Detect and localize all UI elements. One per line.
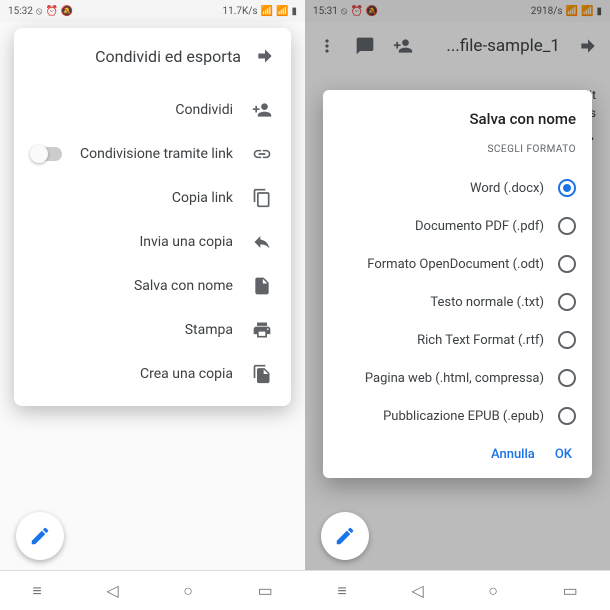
dialog-subtitle: SCEGLI FORMATO	[339, 144, 576, 155]
status-time: 15:32	[8, 6, 33, 17]
menu-label: Condividi	[32, 102, 233, 119]
share-export-sheet: Condividi ed esporta Condividi Condivisio…	[14, 28, 291, 406]
mute-icon: ⦸	[36, 6, 43, 17]
nav-home-icon[interactable]: ○	[488, 581, 498, 601]
sheet-header: Condividi ed esporta	[28, 42, 277, 78]
nav-recent-icon[interactable]: ▭	[563, 581, 578, 600]
reply-icon	[251, 232, 273, 252]
net-speed: 11.7K/s	[223, 6, 258, 17]
menu-item[interactable]: Condividi	[28, 88, 277, 132]
format-option[interactable]: Formato OpenDocument (.odt)	[339, 245, 576, 283]
menu-label: Condivisione tramite link	[80, 146, 233, 163]
edit-fab[interactable]	[321, 512, 369, 560]
screen-left: 15:31 ⦸ ⏰ 🔕 2918/s 📶 📶 ▮ file-sample_1..…	[305, 0, 610, 610]
link-share-toggle[interactable]	[32, 147, 62, 161]
file-icon	[251, 276, 273, 296]
copy-file-icon	[251, 364, 273, 384]
nav-recent-icon[interactable]: ▭	[258, 581, 273, 600]
format-option[interactable]: Word (.docx)	[339, 169, 576, 207]
menu-label: Stampa	[32, 322, 233, 339]
save-as-dialog: Salva con nome SCEGLI FORMATO Word (.doc…	[323, 90, 592, 478]
nav-home-icon[interactable]: ○	[183, 581, 193, 601]
cancel-button[interactable]: Annulla	[491, 447, 535, 462]
radio-icon[interactable]	[558, 407, 576, 425]
battery-icon: ▮	[291, 6, 297, 17]
print-icon	[251, 320, 273, 340]
dialog-title: Salva con nome	[339, 110, 576, 128]
format-option[interactable]: Documento PDF (.pdf)	[339, 207, 576, 245]
wifi-icon: 📶	[261, 6, 273, 17]
format-option[interactable]: Pubblicazione EPUB (.epub)	[339, 397, 576, 435]
person-add-icon	[251, 100, 273, 120]
menu-item[interactable]: Crea una copia	[28, 352, 277, 396]
format-option[interactable]: Testo normale (.txt)	[339, 283, 576, 321]
menu-item[interactable]: Invia una copia	[28, 220, 277, 264]
format-label: Testo normale (.txt)	[430, 295, 544, 310]
back-arrow-icon[interactable]	[255, 46, 275, 66]
nav-bar: ▭ ○ ◁ ≡	[305, 570, 610, 610]
link-icon	[251, 144, 273, 164]
menu-label: Salva con nome	[32, 278, 233, 295]
radio-icon[interactable]	[558, 369, 576, 387]
radio-icon[interactable]	[558, 255, 576, 273]
radio-icon[interactable]	[558, 331, 576, 349]
menu-label: Invia una copia	[32, 234, 233, 251]
menu-label: Crea una copia	[32, 366, 233, 383]
format-label: Formato OpenDocument (.odt)	[367, 257, 544, 272]
nav-menu-icon[interactable]: ≡	[337, 581, 346, 601]
dialog-actions: OK Annulla	[339, 435, 576, 466]
format-option[interactable]: Pagina web (.html, compressa)	[339, 359, 576, 397]
copy-icon	[251, 188, 273, 208]
menu-item[interactable]: Condivisione tramite link	[28, 132, 277, 176]
menu-item[interactable]: Stampa	[28, 308, 277, 352]
sheet-title: Condividi ed esporta	[95, 47, 241, 66]
nav-bar: ▭ ○ ◁ ≡	[0, 570, 305, 610]
format-label: Pubblicazione EPUB (.epub)	[383, 409, 544, 424]
menu-item[interactable]: Salva con nome	[28, 264, 277, 308]
dnd-icon: 🔕	[61, 6, 73, 17]
radio-icon[interactable]	[558, 293, 576, 311]
screen-right: 15:32 ⦸ ⏰ 🔕 11.7K/s 📶 📶 ▮ Lorem adipisci…	[0, 0, 305, 610]
format-label: Rich Text Format (.rtf)	[417, 333, 544, 348]
format-label: Pagina web (.html, compressa)	[365, 371, 544, 386]
format-label: Word (.docx)	[470, 181, 544, 196]
menu-item[interactable]: Copia link	[28, 176, 277, 220]
format-label: Documento PDF (.pdf)	[415, 219, 544, 234]
format-option[interactable]: Rich Text Format (.rtf)	[339, 321, 576, 359]
nav-back-icon[interactable]: ◁	[411, 581, 423, 600]
radio-icon[interactable]	[558, 217, 576, 235]
alarm-icon: ⏰	[45, 6, 57, 17]
signal-icon: 📶	[276, 6, 288, 17]
ok-button[interactable]: OK	[555, 447, 572, 462]
radio-icon[interactable]	[558, 179, 576, 197]
status-bar: 15:32 ⦸ ⏰ 🔕 11.7K/s 📶 📶 ▮	[0, 0, 305, 22]
menu-label: Copia link	[32, 190, 233, 207]
nav-back-icon[interactable]: ◁	[106, 581, 118, 600]
edit-fab[interactable]	[16, 512, 64, 560]
nav-menu-icon[interactable]: ≡	[32, 581, 41, 601]
